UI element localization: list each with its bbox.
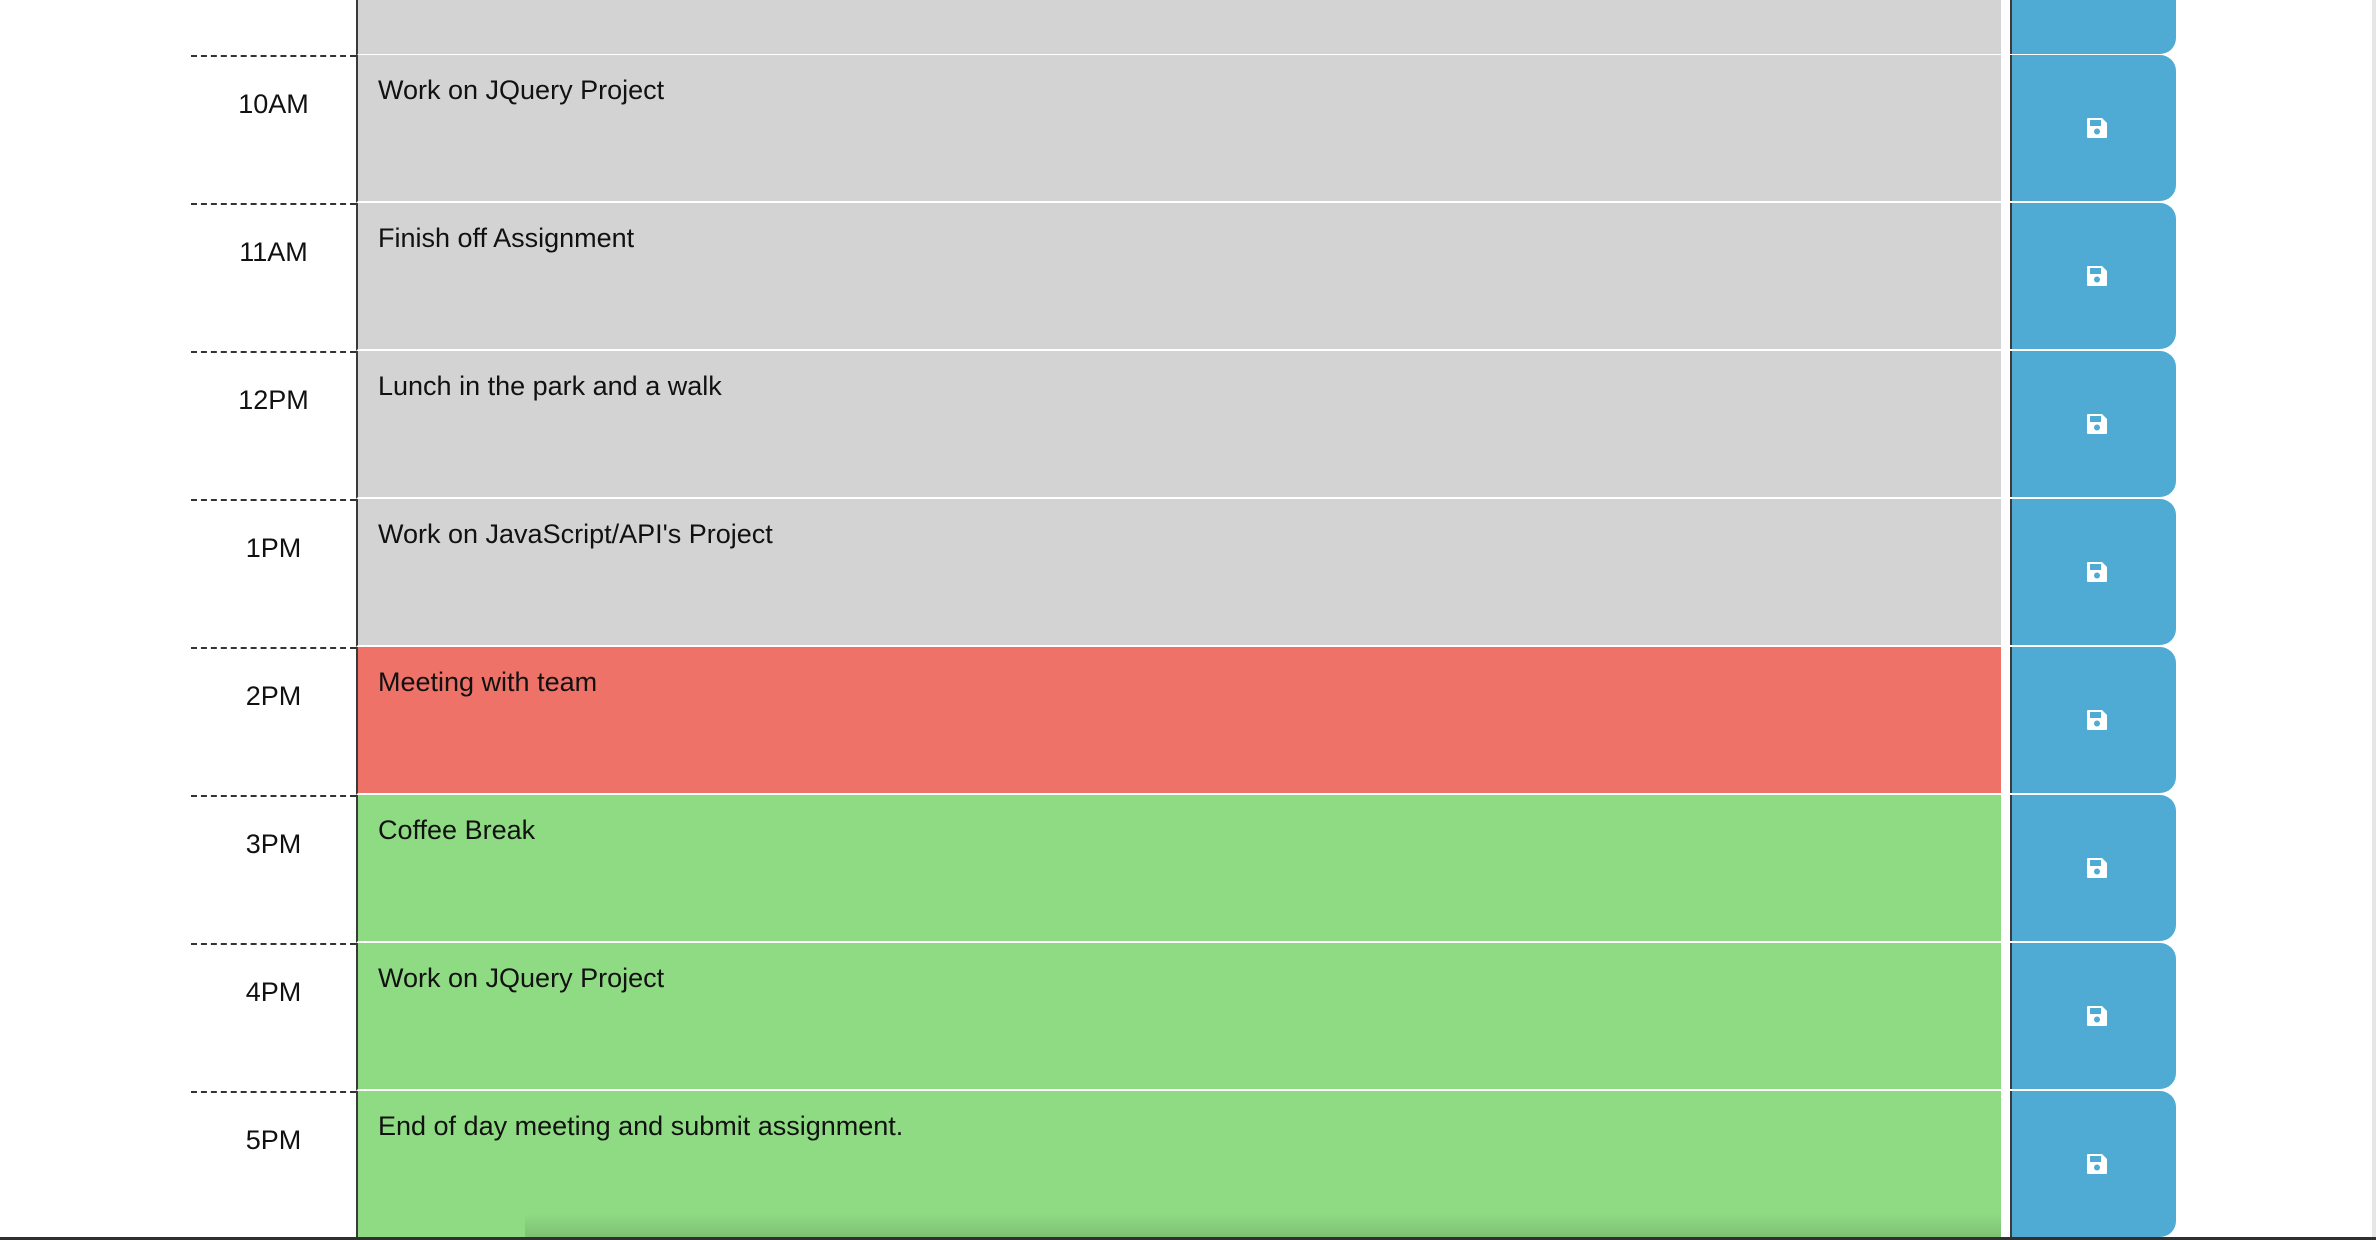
time-block: 12PM Lunch in the park and a walk: [191, 351, 2176, 499]
event-text: Work on JQuery Project: [378, 963, 665, 993]
save-button[interactable]: [2010, 351, 2176, 497]
row-shadow: [525, 1213, 2001, 1237]
save-button[interactable]: [2010, 499, 2176, 645]
event-text: Meeting with team: [378, 667, 598, 697]
hour-label: 5PM: [245, 1125, 302, 1155]
event-text: Work on JQuery Project: [378, 75, 665, 105]
save-button[interactable]: [2010, 647, 2176, 793]
floppy-disk-icon: [2087, 414, 2107, 434]
event-text: Lunch in the park and a walk: [378, 371, 722, 401]
event-text: End of day meeting and submit assignment…: [378, 1111, 904, 1141]
floppy-disk-icon: [2087, 1006, 2107, 1026]
save-button[interactable]: [2010, 55, 2176, 201]
floppy-disk-icon: [2087, 858, 2107, 878]
time-block: 11AM Finish off Assignment: [191, 203, 2176, 351]
hour-cell: 2PM: [191, 647, 356, 795]
hour-cell: 5PM: [191, 1091, 356, 1239]
floppy-disk-icon: [2087, 1154, 2107, 1174]
floppy-disk-icon: [2087, 562, 2107, 582]
hour-cell: 10AM: [191, 55, 356, 203]
floppy-disk-icon: [2087, 266, 2107, 286]
hour-label: 11AM: [239, 237, 308, 267]
hour-label: 12PM: [238, 385, 309, 415]
event-description[interactable]: End of day meeting and submit assignment…: [356, 1091, 2001, 1239]
time-block-partial: [191, 0, 2176, 56]
event-text: Coffee Break: [378, 815, 536, 845]
event-text: Finish off Assignment: [378, 223, 635, 253]
event-description[interactable]: Finish off Assignment: [356, 203, 2001, 351]
hour-label: 1PM: [245, 533, 302, 563]
event-description[interactable]: Work on JavaScript/API's Project: [356, 499, 2001, 647]
hour-label: 3PM: [245, 829, 302, 859]
save-button[interactable]: [2010, 1091, 2176, 1237]
hour-cell: 12PM: [191, 351, 356, 499]
event-description[interactable]: Work on JQuery Project: [356, 55, 2001, 203]
save-button[interactable]: [2010, 0, 2176, 54]
hour-label: 2PM: [245, 681, 302, 711]
time-block: 5PM End of day meeting and submit assign…: [191, 1091, 2176, 1239]
hour-cell: 4PM: [191, 943, 356, 1091]
time-block: 10AM Work on JQuery Project: [191, 55, 2176, 203]
window-edge: [2372, 0, 2376, 1240]
hour-label: 4PM: [245, 977, 302, 1007]
hour-cell: 1PM: [191, 499, 356, 647]
floppy-disk-icon: [2087, 710, 2107, 730]
time-block: 3PM Coffee Break: [191, 795, 2176, 943]
hour-cell: 11AM: [191, 203, 356, 351]
time-block: 1PM Work on JavaScript/API's Project: [191, 499, 2176, 647]
time-block: 2PM Meeting with team: [191, 647, 2176, 795]
save-button[interactable]: [2010, 943, 2176, 1089]
event-description[interactable]: Coffee Break: [356, 795, 2001, 943]
event-text: Work on JavaScript/API's Project: [378, 519, 773, 549]
event-description[interactable]: Work on JQuery Project: [356, 943, 2001, 1091]
save-button[interactable]: [2010, 795, 2176, 941]
hour-cell: 3PM: [191, 795, 356, 943]
hour-label: 10AM: [238, 89, 309, 119]
event-description[interactable]: Meeting with team: [356, 647, 2001, 795]
save-button[interactable]: [2010, 203, 2176, 349]
planner-page: 10AM Work on JQuery Project 11AM Finish …: [0, 0, 2376, 1240]
floppy-disk-icon: [2087, 118, 2107, 138]
event-description-partial[interactable]: [356, 0, 2001, 56]
event-description[interactable]: Lunch in the park and a walk: [356, 351, 2001, 499]
time-block: 4PM Work on JQuery Project: [191, 943, 2176, 1091]
